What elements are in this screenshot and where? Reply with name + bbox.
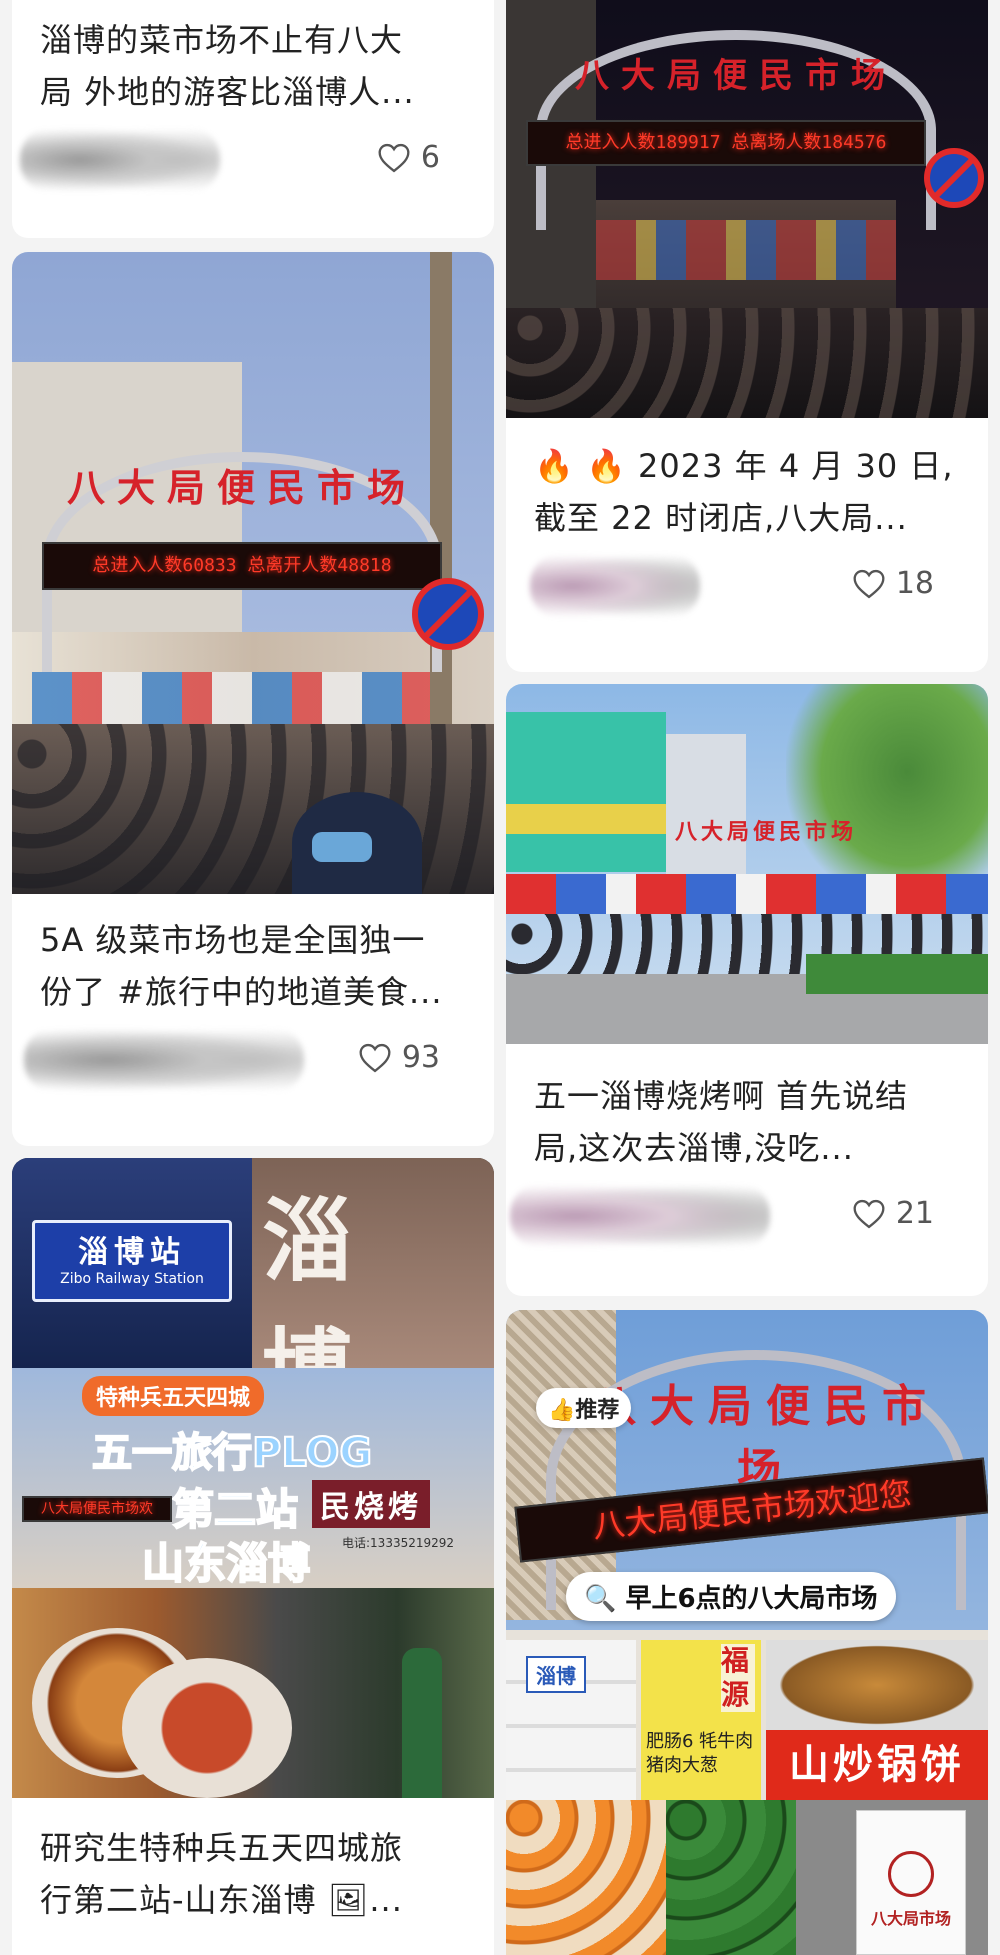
stall-sign: 福源 [721,1644,755,1712]
note-card[interactable]: 八大局便民市场 总进入人数189917 总离场人数184576 🔥 🔥 2023… [506,0,988,672]
plog-line-2: 第二站 [171,1484,299,1535]
note-card[interactable]: 淄博的菜市场不止有八大 局 外地的游客比淄博人... 6 [12,0,494,238]
note-title[interactable]: 5A 级菜市场也是全国独一 份了 #旅行中的地道美食... [40,914,466,1018]
heart-icon [378,143,410,172]
note-cover-image[interactable]: 淄博站 Zibo Railway Station 淄 博 特种兵五天四城 五一旅… [12,1158,494,1798]
author-avatar[interactable] [24,1028,304,1092]
note-card[interactable]: 八大局便民市场 八大局便民市场欢迎您 👍推荐 🔍 早上6点的八大局市场 淄博 福… [506,1310,988,1955]
like-count: 6 [420,140,440,175]
like-button[interactable]: 93 [358,1040,440,1075]
arch-sign: 八大局便民市场 [66,465,417,510]
heart-icon [853,569,885,598]
note-title[interactable]: 研究生特种兵五天四城旅 行第二站-山东淄博 🖼... [40,1822,466,1926]
note-title[interactable]: 五一淄博烧烤啊 首先说结 局,这次去淄博,没吃... [534,1070,960,1174]
travel-badge: 特种兵五天四城 [82,1376,265,1416]
note-title[interactable]: 🔥 🔥 2023 年 4 月 30 日, 截至 22 时闭店,八大局... [534,440,960,544]
like-count: 21 [895,1196,934,1231]
station-sign: 淄博站 Zibo Railway Station [32,1220,232,1302]
note-cover-image[interactable]: 八大局便民市场 [506,684,988,1044]
note-cover-image[interactable]: 八大局便民市场 总进入人数189917 总离场人数184576 [506,0,988,418]
bag-logo-icon [888,1851,934,1897]
like-button[interactable]: 18 [852,566,934,601]
heart-icon [359,1043,391,1072]
no-parking-sign-icon [924,148,984,208]
shop-sign: 民烧烤 [312,1480,430,1528]
like-count: 18 [895,566,934,601]
menu-board: 肥肠6 牦牛肉 猪肉大葱 [646,1731,754,1776]
note-card[interactable]: 八大局便民市场 总进入人数60833 总离开人数48818 5A 级菜市场也是全… [12,252,494,1146]
arch-led: 八大局便民市场欢 [22,1496,172,1522]
note-cover-image[interactable]: 八大局便民市场 八大局便民市场欢迎您 👍推荐 🔍 早上6点的八大局市场 淄博 福… [506,1310,988,1955]
no-parking-sign-icon [412,578,484,650]
recommend-badge: 👍推荐 [536,1388,632,1428]
arch-sign: 八大局便民市场 [575,56,897,96]
note-cover-image[interactable]: 八大局便民市场 总进入人数60833 总离开人数48818 [12,252,494,894]
led-counter: 总进入人数189917 总离场人数184576 [526,120,926,166]
like-count: 93 [401,1040,440,1075]
plog-line-3: 山东淄博 [141,1538,311,1589]
like-button[interactable]: 21 [852,1196,934,1231]
shop-phone: 电话:13335219292 [342,1536,455,1550]
author-avatar[interactable] [510,1184,770,1248]
note-card[interactable]: 八大局便民市场 五一淄博烧烤啊 首先说结 局,这次去淄博,没吃... 21 [506,684,988,1296]
plog-line-1: 五一旅行PLOG [91,1429,373,1477]
thumbs-up-icon: 👍 [548,1398,576,1423]
led-counter: 总进入人数60833 总离开人数48818 [42,542,442,590]
note-title[interactable]: 淄博的菜市场不止有八大 局 外地的游客比淄博人... [40,14,466,118]
note-meta: 93 [24,1018,466,1098]
search-icon: 🔍 [584,1584,617,1614]
arch-sign: 八大局便民市场 [674,819,857,845]
note-card[interactable]: 淄博站 Zibo Railway Station 淄 博 特种兵五天四城 五一旅… [12,1158,494,1955]
like-button[interactable]: 6 [377,140,440,175]
heart-icon [853,1199,885,1228]
shopping-bag: 八大局市场 [856,1810,966,1955]
note-meta: 6 [20,118,466,198]
author-avatar[interactable] [20,128,220,192]
note-meta: 18 [530,544,960,624]
box-label: 淄博 [526,1656,586,1693]
note-meta: 21 [510,1174,960,1254]
author-avatar[interactable] [530,554,700,618]
red-sign: 山炒锅饼 [766,1730,988,1800]
search-caption: 🔍 早上6点的八大局市场 [566,1572,896,1621]
